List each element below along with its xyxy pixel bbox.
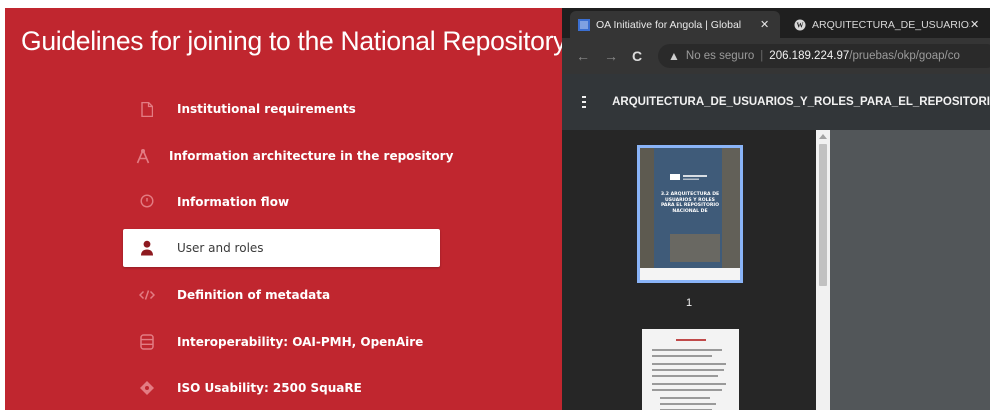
browser-window: OA Initiative for Angola | Global ✕ W AR… [562,8,990,410]
menu-item-information-flow[interactable]: Information flow [123,183,440,221]
menu-item-label: Information architecture in the reposito… [169,149,454,163]
tab-oa-initiative[interactable]: OA Initiative for Angola | Global ✕ [570,11,780,38]
pdf-viewer-area[interactable] [830,130,990,410]
site-favicon-icon [578,18,590,31]
menu-item-user-and-roles[interactable]: User and roles [123,229,440,267]
cover-footer [640,268,740,280]
cover-title: 3.2 ARQUITECTURA DE USUARIOS Y ROLES PAR… [660,192,720,215]
menu-icon[interactable] [582,93,587,111]
security-label: No es seguro [685,50,755,62]
menu-item-label: Definition of metadata [177,288,331,302]
cover-image: 3.2 ARQUITECTURA DE USUARIOS Y ROLES PAR… [640,148,740,280]
address-toolbar: ← → C ▲ No es seguro | 206.189.224.97 /p… [562,38,990,74]
forward-arrow-icon[interactable]: → [604,48,618,64]
menu-item-institutional-requirements[interactable]: Institutional requirements [123,90,440,128]
menu-item-label: ISO Usability: 2500 SquaRE [177,381,362,395]
close-icon[interactable]: ✕ [760,18,774,31]
close-icon[interactable]: ✕ [970,18,984,31]
address-separator: | [760,50,764,62]
scroll-up-arrow-icon[interactable] [819,134,827,139]
page-title: Guidelines for joining to the National R… [21,26,562,56]
screenshot-root: Guidelines for joining to the National R… [0,0,990,410]
menu-item-label: Information flow [177,195,290,209]
reload-icon[interactable]: C [632,48,642,64]
url-host: 206.189.224.97 [769,50,850,62]
guidelines-panel: Guidelines for joining to the National R… [5,8,562,410]
page-number: 1 [686,297,693,309]
page-thumbnail-1[interactable]: 3.2 ARQUITECTURA DE USUARIOS Y ROLES PAR… [637,145,743,283]
sidebar-scrollbar[interactable] [816,130,830,410]
back-arrow-icon[interactable]: ← [576,48,590,64]
tab-label: ARQUITECTURA_DE_USUARIOS_Y [812,18,970,31]
url-path: /pruebas/okp/goap/co [849,50,960,62]
code-icon [136,284,158,306]
menu-item-interoperability[interactable]: Interoperability: OAI-PMH, OpenAire [123,323,440,361]
menu-item-label: User and roles [177,241,264,255]
menu-item-label: Interoperability: OAI-PMH, OpenAire [177,335,424,349]
clock-icon [136,191,158,213]
user-icon [136,237,158,259]
menu-item-information-architecture[interactable]: Information architecture in the reposito… [123,137,453,175]
menu-item-definition-of-metadata[interactable]: Definition of metadata [123,276,440,314]
menu-item-iso-usability[interactable]: ISO Usability: 2500 SquaRE [123,369,440,407]
compass-icon [136,145,150,167]
pdf-toolbar: ARQUITECTURA_DE_USUARIOS_Y_ROLES_PARA_EL… [562,74,990,130]
svg-text:W: W [797,21,804,29]
database-icon [136,331,158,353]
menu-item-label: Institutional requirements [177,102,356,116]
tab-label: OA Initiative for Angola | Global [596,18,742,31]
warning-icon[interactable]: ▲ [668,49,680,63]
tab-arquitectura[interactable]: W ARQUITECTURA_DE_USUARIOS_Y ✕ [786,11,990,38]
address-bar[interactable]: ▲ No es seguro | 206.189.224.97 /pruebas… [658,44,990,68]
diamond-icon [136,377,158,399]
document-icon [136,98,158,120]
pdf-title: ARQUITECTURA_DE_USUARIOS_Y_ROLES_PARA_EL… [612,96,990,108]
wordpress-icon: W [794,19,806,31]
logo-icon [670,174,707,180]
scrollbar-thumb[interactable] [819,144,827,286]
tab-bar: OA Initiative for Angola | Global ✕ W AR… [562,8,990,38]
page-thumbnail-2[interactable] [642,329,739,410]
